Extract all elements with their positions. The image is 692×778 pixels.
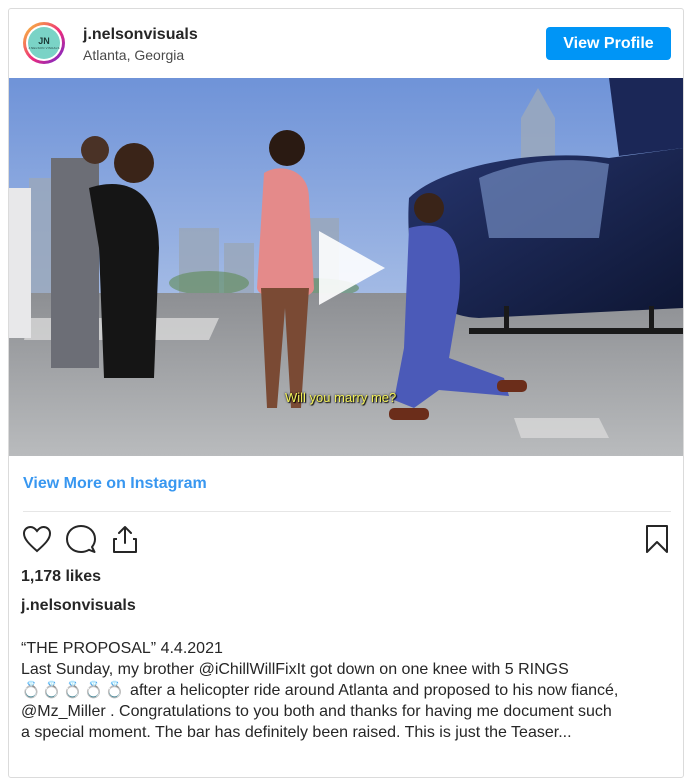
header-location[interactable]: Atlanta, Georgia	[83, 47, 184, 63]
caption-line: 💍💍💍💍💍 after a helicopter ride around Atl…	[21, 680, 677, 701]
caption-title: “THE PROPOSAL” 4.4.2021	[21, 640, 223, 657]
video-player[interactable]: Will you marry me?	[9, 78, 683, 456]
caption-text: Last Sunday, my brother @iChillWillFixIt…	[21, 661, 569, 678]
caption-text: after a helicopter ride around Atlanta a…	[125, 682, 619, 699]
post-username[interactable]: j.nelsonvisuals	[21, 597, 136, 615]
caption-text: @Mz_Miller . Congratulations to you both…	[21, 703, 612, 720]
post-caption: “THE PROPOSAL” 4.4.2021 Last Sunday, my …	[21, 638, 677, 743]
caption-text: a special moment. The bar has definitely…	[21, 724, 572, 741]
view-more-link[interactable]: View More on Instagram	[23, 475, 207, 493]
caption-line: @Mz_Miller . Congratulations to you both…	[21, 701, 677, 722]
instagram-embed: JN J.NELSON VISUALS j.nelsonvisuals Atla…	[8, 8, 684, 778]
heart-icon[interactable]	[21, 523, 53, 555]
share-icon[interactable]	[109, 523, 141, 555]
comment-icon[interactable]	[65, 523, 97, 555]
bookmark-icon[interactable]	[641, 523, 673, 555]
divider	[23, 511, 671, 512]
likes-count[interactable]: 1,178 likes	[21, 568, 101, 586]
play-icon[interactable]	[307, 227, 389, 309]
video-subtitle: Will you marry me?	[285, 390, 397, 405]
header-username[interactable]: j.nelsonvisuals	[83, 26, 198, 44]
avatar-subtext: J.NELSON VISUALS	[28, 45, 60, 50]
post-header: JN J.NELSON VISUALS j.nelsonvisuals Atla…	[9, 9, 683, 79]
avatar[interactable]: JN J.NELSON VISUALS	[23, 22, 65, 64]
avatar-monogram: JN	[38, 35, 50, 46]
ring-emojis: 💍💍💍💍💍	[21, 682, 126, 699]
caption-line: a special moment. The bar has definitely…	[21, 722, 677, 743]
view-profile-button[interactable]: View Profile	[546, 27, 671, 60]
caption-line: Last Sunday, my brother @iChillWillFixIt…	[21, 659, 677, 680]
